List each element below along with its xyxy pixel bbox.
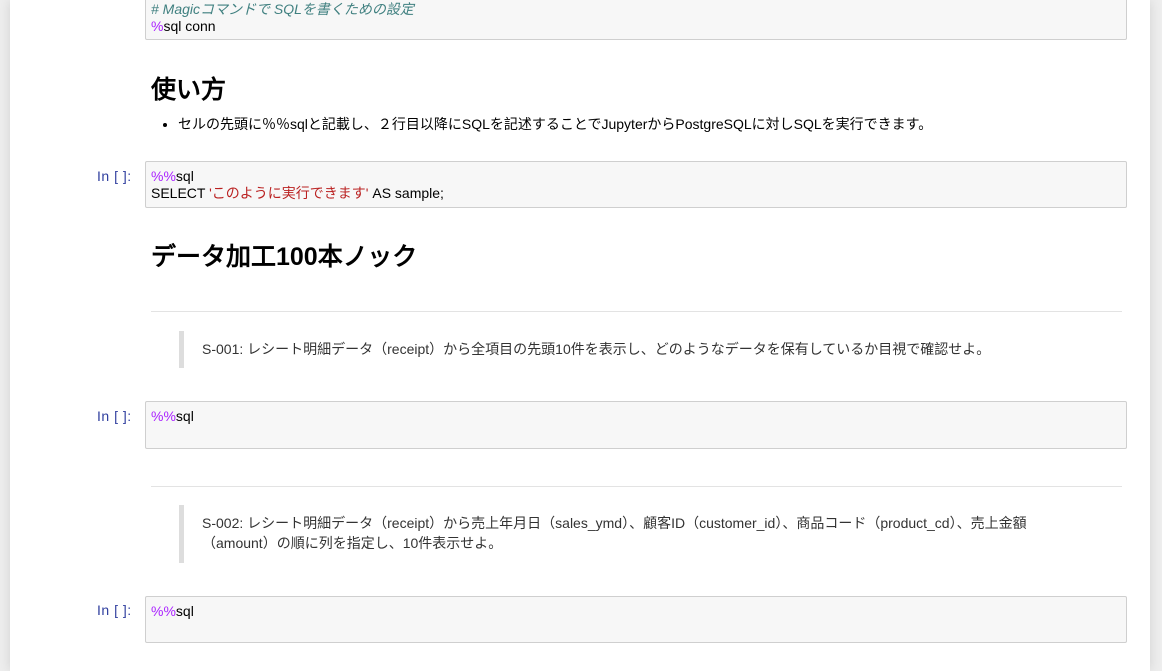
code-line: %sql conn (151, 18, 1121, 35)
usage-bullet: セルの先頭に％％sqlと記載し、２行目以降にSQLを記述することでJupyter… (178, 114, 932, 134)
code-text: sql (175, 168, 194, 184)
code-text: AS sample; (368, 185, 444, 201)
code-cell-example[interactable]: %%sql SELECT 'このように実行できます' AS sample; (145, 161, 1127, 208)
question-text-line1: S-002: レシート明細データ（receipt）から売上年月日（sales_y… (202, 515, 1027, 531)
magic-prefix: %% (151, 408, 176, 424)
usage-list: セルの先頭に％％sqlと記載し、２行目以降にSQLを記述することでJupyter… (160, 114, 932, 134)
cell-prompt: In [ ]: (97, 168, 132, 184)
sql-keyword: SELECT (151, 185, 210, 201)
code-line: SELECT 'このように実行できます' AS sample; (151, 185, 1121, 202)
question-text: S-001: レシート明細データ（receipt）から全項目の先頭10件を表示し… (202, 341, 991, 357)
code-text: sql (175, 408, 194, 424)
sql-string: 'このように実行できます' (209, 185, 369, 201)
magic-prefix: % (151, 18, 164, 34)
cell-prompt: In [ ]: (97, 408, 132, 424)
code-line: %%sql (151, 408, 1121, 425)
divider (151, 486, 1122, 487)
code-line: %%sql (151, 603, 1121, 620)
code-cell-setup[interactable]: # Magicコマンドで SQLを書くための設定 %sql conn (145, 0, 1127, 40)
code-comment: # Magicコマンドで SQLを書くための設定 (151, 1, 414, 17)
knock-heading: データ加工100本ノック (151, 243, 418, 271)
notebook-container: # Magicコマンドで SQLを書くための設定 %sql conn 使い方 セ… (10, 0, 1150, 671)
question-text-line2: （amount）の順に列を指定し、10件表示せよ。 (202, 535, 503, 551)
code-cell-s001[interactable]: %%sql (145, 401, 1127, 449)
magic-prefix: %% (151, 603, 176, 619)
magic-prefix: %% (151, 168, 176, 184)
question-s001: S-001: レシート明細データ（receipt）から全項目の先頭10件を表示し… (179, 331, 1119, 368)
code-cell-s002[interactable]: %%sql (145, 596, 1127, 643)
usage-heading: 使い方 (151, 76, 227, 104)
divider (151, 311, 1122, 312)
cell-prompt: In [ ]: (97, 602, 132, 618)
question-s002: S-002: レシート明細データ（receipt）から売上年月日（sales_y… (179, 505, 1119, 563)
code-text: sql (175, 603, 194, 619)
code-text: sql conn (163, 18, 216, 34)
code-line: %%sql (151, 168, 1121, 185)
